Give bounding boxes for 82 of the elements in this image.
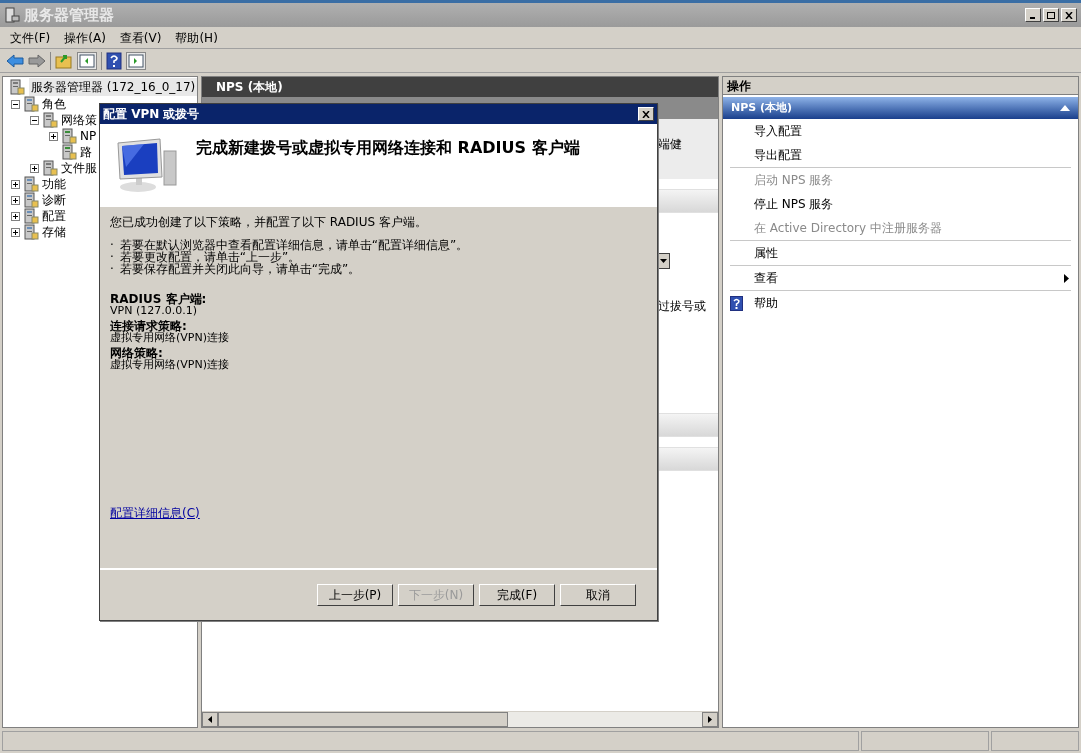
tree-item[interactable]: 网络策 [61,112,97,128]
menu-item[interactable]: 查看(V) [119,28,162,47]
menu-item[interactable]: 帮助(H) [175,28,218,47]
action-item[interactable]: 导出配置 [730,143,1071,167]
summary-value: 虚拟专用网络(VPN)连接 [110,332,230,344]
bullet-mark: · [110,251,114,263]
server-icon [23,208,39,224]
close-icon [642,110,650,118]
server-icon [23,176,39,192]
right-arrow-icon[interactable] [708,716,712,723]
action-item[interactable]: 属性 [730,241,1071,265]
pane-header: 操作 [723,77,1078,95]
details-link[interactable]: 配置详细信息(C) [110,504,200,522]
collapse-icon[interactable] [30,115,39,125]
bullet-text: 若要在默认浏览器中查看配置详细信息，请单击“配置详细信息”。 [119,239,469,251]
tree-item[interactable]: 路 [80,144,92,160]
tree-item[interactable]: 存储 [42,224,66,240]
expand-icon[interactable] [11,179,20,189]
expand-icon[interactable] [30,163,39,173]
wizard-button[interactable]: 完成(F) [479,584,555,606]
tree-item[interactable]: 功能 [42,176,66,192]
tree-item[interactable]: 诊断 [42,192,66,208]
menu-item[interactable]: 文件(F) [10,28,51,47]
window-title: 服务器管理器 [24,4,114,26]
server-icon [23,192,39,208]
minimize-button[interactable] [1025,8,1041,22]
wizard-button[interactable]: 上一步(P) [317,584,393,606]
tree-item[interactable]: 角色 [42,96,66,112]
submenu-arrow-icon [1064,273,1069,283]
intro-text: 您已成功创建了以下策略，并配置了以下 RADIUS 客户端。 [110,215,428,229]
summary-label: 连接请求策略: [110,320,188,332]
action-item[interactable]: 帮助 [730,291,1071,315]
summary-value: VPN (127.0.0.1) [110,305,198,317]
summary-label: 网络策略: [110,347,163,359]
pane-icon[interactable] [126,51,146,70]
pane-header: NPS (本地) [202,77,718,97]
tree-item[interactable]: 文件服 [61,160,97,176]
close-button[interactable] [1061,8,1077,22]
pane-icon[interactable] [77,51,97,70]
tree-item[interactable]: NP [80,128,97,144]
help-icon[interactable] [106,51,122,70]
bullet-mark: · [110,239,114,251]
server-icon [61,144,77,160]
pane-text: 端健 [658,137,682,151]
action-item[interactable]: 查看 [730,266,1071,290]
bullet-text: 若要保存配置并关闭此向导，请单击“完成”。 [119,263,361,275]
monitor-icon [114,137,178,193]
close-button[interactable] [638,107,654,121]
server-icon [61,128,77,144]
close-icon [1065,11,1073,19]
back-arrow-icon[interactable] [6,53,24,68]
tree-item[interactable]: 配置 [42,208,66,224]
server-icon [23,96,39,112]
server-icon [42,112,58,128]
server-icon [9,79,25,95]
server-icon [4,7,20,23]
horizontal-scrollbar[interactable] [202,711,718,727]
server-icon [42,160,58,176]
forward-arrow-icon[interactable] [28,53,46,68]
section-header[interactable]: NPS (本地) [723,97,1078,119]
tree-root[interactable]: 服务器管理器 (172_16_0_17) [29,78,198,96]
summary-label: RADIUS 客户端: [110,293,208,305]
expand-icon[interactable] [11,195,20,205]
collapse-icon[interactable] [11,99,20,109]
left-arrow-icon[interactable] [208,716,212,723]
dialog-heading: 完成新建拨号或虚拟专用网络连接和 RADIUS 客户端 [196,137,580,159]
expand-icon[interactable] [11,227,20,237]
action-item[interactable]: 停止 NPS 服务 [730,192,1071,216]
summary-value: 虚拟专用网络(VPN)连接 [110,359,230,371]
dialog-title: 配置 VPN 或拨号 [103,106,200,123]
expand-icon[interactable] [49,131,58,141]
maximize-icon [1047,11,1055,19]
menu-item[interactable]: 操作(A) [64,28,106,47]
wizard-button[interactable]: 取消 [560,584,636,606]
server-icon [23,224,39,240]
bullet-text: 若要更改配置，请单击“上一步”。 [119,251,301,263]
action-item[interactable]: 导入配置 [730,119,1071,143]
pane-text: 过拔号或 [658,298,707,315]
maximize-button[interactable] [1043,8,1059,22]
help-icon [730,295,743,311]
bullet-mark: · [110,263,114,275]
expand-icon[interactable] [11,211,20,221]
